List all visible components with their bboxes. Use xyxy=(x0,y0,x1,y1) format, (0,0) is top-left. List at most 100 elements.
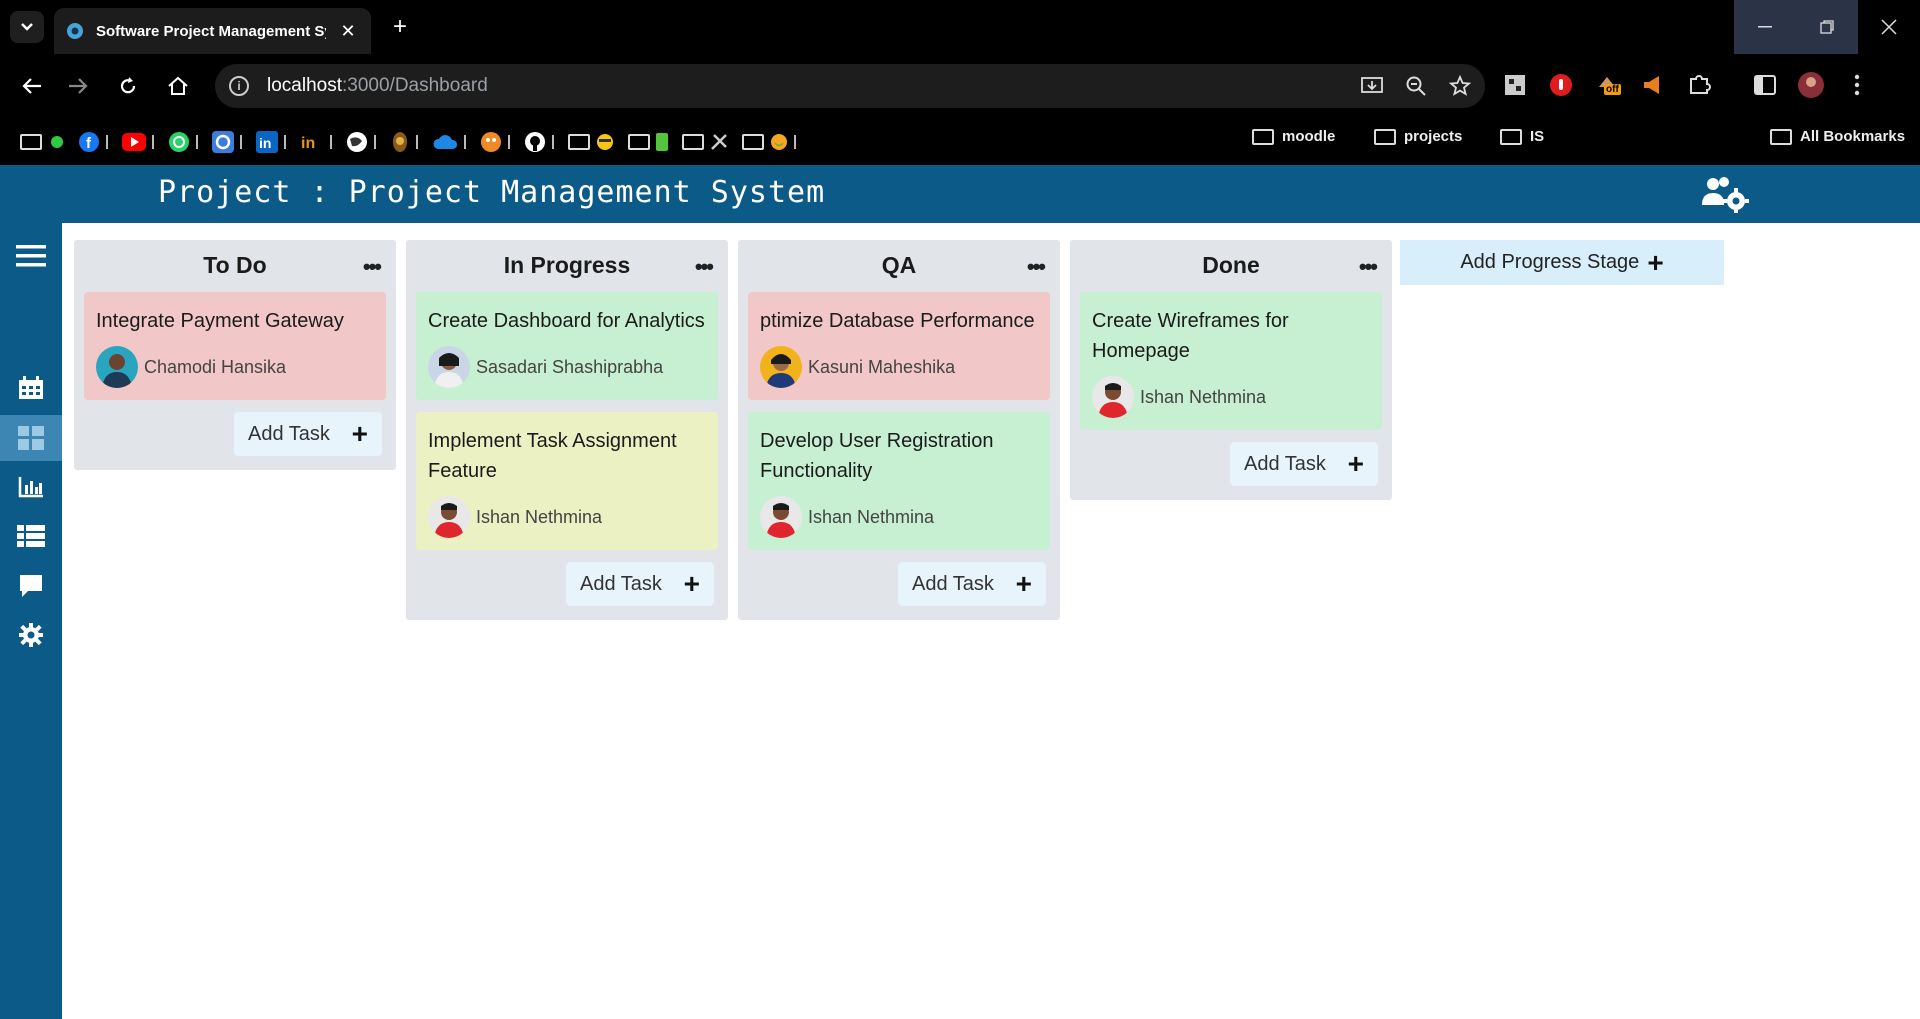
close-window-button[interactable] xyxy=(1858,0,1920,54)
task-title: Implement Task Assignment Feature xyxy=(428,430,677,482)
task-assignee: Ishan Nethmina xyxy=(428,496,706,538)
column-menu-icon[interactable]: ••• xyxy=(1359,254,1378,280)
bookmark-whatsapp[interactable] xyxy=(168,127,198,157)
chat-icon xyxy=(20,575,42,597)
profile-avatar-icon[interactable] xyxy=(1796,70,1826,100)
column-qa: QA ••• ptimize Database Performance Kasu… xyxy=(738,240,1060,620)
task-assignee: Ishan Nethmina xyxy=(1092,376,1370,418)
all-bookmarks-button[interactable]: All Bookmarks xyxy=(1770,128,1905,145)
sidebar-item-list[interactable] xyxy=(0,513,62,559)
team-settings-icon[interactable] xyxy=(1700,175,1750,213)
extension-qr-icon[interactable] xyxy=(1500,70,1530,100)
sidebar-item-settings[interactable] xyxy=(0,612,62,658)
browser-menu-icon[interactable] xyxy=(1842,70,1872,100)
folder-icon xyxy=(1770,128,1792,145)
bookmark-emblem[interactable] xyxy=(390,127,418,157)
browser-tab-bar: Software Project Management Sy ✕ + xyxy=(0,0,1920,54)
emblem-icon xyxy=(393,131,407,152)
extension-adblock-icon[interactable] xyxy=(1546,70,1576,100)
cloud-icon xyxy=(433,134,458,149)
extension-off-icon[interactable]: off xyxy=(1592,70,1622,100)
assignee-name: Kasuni Maheshika xyxy=(808,356,956,377)
column-title: In Progress xyxy=(503,252,631,278)
column-menu-icon[interactable]: ••• xyxy=(363,254,382,280)
bookmark-orange-app[interactable] xyxy=(480,127,510,157)
extensions-puzzle-icon[interactable] xyxy=(1684,70,1714,100)
bookmark-folder-is[interactable]: IS xyxy=(1500,128,1544,145)
bookmark-folder-2[interactable] xyxy=(568,127,614,157)
bookmark-folder-moodle[interactable]: moodle xyxy=(1252,128,1335,145)
column-to-do: To Do ••• Integrate Payment Gateway Cham… xyxy=(74,240,396,470)
add-task-button[interactable]: Add Task + xyxy=(566,562,714,606)
minimize-button[interactable] xyxy=(1734,0,1796,54)
column-title: QA xyxy=(881,252,917,278)
green-dot-icon xyxy=(51,135,63,148)
bookmark-facebook[interactable]: f xyxy=(78,127,108,157)
bookmark-star-icon[interactable] xyxy=(1449,75,1471,97)
address-bar[interactable]: i localhost:3000/Dashboard xyxy=(215,64,1485,108)
extension-megaphone-icon[interactable] xyxy=(1638,70,1668,100)
facebook-icon: f xyxy=(79,131,99,152)
add-progress-stage-button[interactable]: Add Progress Stage + xyxy=(1400,240,1724,285)
home-button[interactable] xyxy=(164,72,192,100)
column-in-progress: In Progress ••• Create Dashboard for Ana… xyxy=(406,240,728,620)
add-task-button[interactable]: Add Task + xyxy=(1230,442,1378,486)
add-task-button[interactable]: Add Task + xyxy=(234,412,382,456)
task-card[interactable]: Integrate Payment Gateway Chamodi Hansik… xyxy=(84,292,386,400)
whatsapp-icon xyxy=(169,131,189,152)
avatar xyxy=(96,346,138,388)
restore-button[interactable] xyxy=(1796,0,1858,54)
reload-button[interactable] xyxy=(114,72,142,100)
column-title: Done xyxy=(1202,252,1260,278)
tab-title: Software Project Management Sy xyxy=(96,22,326,40)
bookmark-folder-4[interactable] xyxy=(682,127,728,157)
assignee-name: Ishan Nethmina xyxy=(1140,386,1267,407)
bookmark-youtube[interactable] xyxy=(122,127,154,157)
assignee-name: Ishan Nethmina xyxy=(808,506,935,527)
zoom-icon[interactable] xyxy=(1405,75,1427,97)
window-controls xyxy=(1734,0,1920,54)
folder-icon xyxy=(628,133,650,150)
bookmark-folder-projects[interactable]: projects xyxy=(1374,128,1462,145)
assignee-name: Ishan Nethmina xyxy=(476,506,603,527)
task-card[interactable]: ptimize Database Performance Kasuni Mahe… xyxy=(748,292,1050,400)
bookmark-in-app[interactable]: in xyxy=(300,127,332,157)
svg-text:in: in xyxy=(301,135,315,152)
bookmark-folder-3[interactable] xyxy=(628,127,668,157)
install-app-icon[interactable] xyxy=(1361,75,1383,97)
folder-icon xyxy=(568,133,590,150)
task-card[interactable]: Create Wireframes for Homepage Ishan Net… xyxy=(1080,292,1382,430)
side-panel-icon[interactable] xyxy=(1750,70,1780,100)
folder-icon xyxy=(1374,128,1396,145)
sidebar-item-chat[interactable] xyxy=(0,563,62,609)
column-menu-icon[interactable]: ••• xyxy=(1027,254,1046,280)
sidebar-item-reports[interactable] xyxy=(0,464,62,510)
bookmark-folder-5[interactable] xyxy=(742,127,796,157)
tab-search-button[interactable] xyxy=(10,11,44,43)
sidebar-menu-toggle[interactable] xyxy=(0,233,62,279)
task-card[interactable]: Create Dashboard for Analytics Sasadari … xyxy=(416,292,718,400)
bookmark-github[interactable] xyxy=(524,127,554,157)
forward-button[interactable] xyxy=(64,72,92,100)
app-favicon-icon xyxy=(67,23,83,39)
tab-close-icon[interactable]: ✕ xyxy=(337,21,359,42)
bookmark-onedrive[interactable] xyxy=(432,127,466,157)
bookmark-folder-1[interactable] xyxy=(20,127,64,157)
sidebar-item-calendar[interactable] xyxy=(0,365,62,411)
add-task-button[interactable]: Add Task + xyxy=(898,562,1046,606)
folder-icon xyxy=(682,133,704,150)
back-button[interactable] xyxy=(18,72,46,100)
bookmark-g-app[interactable] xyxy=(212,127,242,157)
plus-icon: + xyxy=(1015,568,1032,599)
column-menu-icon[interactable]: ••• xyxy=(695,254,714,280)
bookmark-globe[interactable] xyxy=(346,127,376,157)
g-app-icon xyxy=(212,130,234,153)
browser-tab-active[interactable]: Software Project Management Sy ✕ xyxy=(54,8,371,54)
sidebar-item-dashboard[interactable] xyxy=(0,415,62,461)
emoji-smile-icon xyxy=(771,133,787,150)
new-tab-button[interactable]: + xyxy=(385,14,415,40)
task-card[interactable]: Develop User Registration Functionality … xyxy=(748,412,1050,550)
site-info-icon[interactable]: i xyxy=(229,76,249,96)
task-card[interactable]: Implement Task Assignment Feature Ishan … xyxy=(416,412,718,550)
bookmark-linkedin[interactable]: in xyxy=(256,127,286,157)
